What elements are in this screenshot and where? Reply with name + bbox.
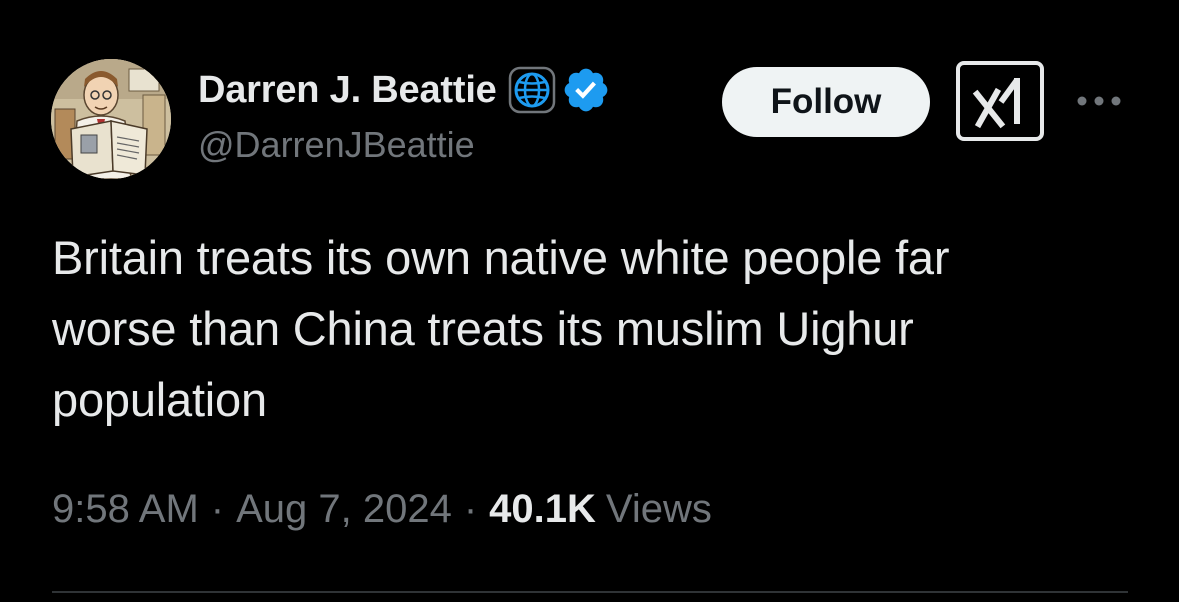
- views-count[interactable]: 40.1K: [489, 487, 596, 532]
- verified-badge-icon[interactable]: [561, 65, 611, 115]
- author-identity: Darren J. Beattie @DarrenJBeattie: [198, 64, 611, 166]
- divider: [52, 591, 1128, 593]
- more-options-button[interactable]: [1074, 86, 1124, 116]
- avatar[interactable]: [51, 59, 171, 179]
- grok-button[interactable]: [956, 61, 1044, 141]
- tweet-date[interactable]: Aug 7, 2024: [236, 487, 452, 532]
- tweet-meta: 9:58 AM · Aug 7, 2024 · 40.1K Views: [52, 487, 712, 532]
- name-row: Darren J. Beattie: [198, 64, 611, 116]
- grok-icon: [972, 78, 1020, 129]
- meta-separator: ·: [463, 487, 478, 531]
- tweet-text-line: worse than China treats its muslim Uighu…: [52, 302, 914, 355]
- more-options-icon: [1077, 96, 1121, 106]
- avatar-image: [51, 59, 171, 179]
- globe-icon[interactable]: [507, 65, 557, 115]
- display-name[interactable]: Darren J. Beattie: [198, 69, 497, 112]
- tweet-text-line: population: [52, 373, 267, 426]
- tweet-card: Darren J. Beattie @DarrenJBeattie Follow…: [0, 0, 1179, 602]
- follow-button[interactable]: Follow: [722, 67, 930, 137]
- views-label: Views: [605, 487, 712, 531]
- author-handle[interactable]: @DarrenJBeattie: [198, 124, 611, 166]
- meta-separator: ·: [210, 487, 225, 531]
- tweet-text: Britain treats its own native white peop…: [52, 222, 1142, 435]
- tweet-time[interactable]: 9:58 AM: [52, 487, 199, 532]
- tweet-text-line: Britain treats its own native white peop…: [52, 231, 950, 284]
